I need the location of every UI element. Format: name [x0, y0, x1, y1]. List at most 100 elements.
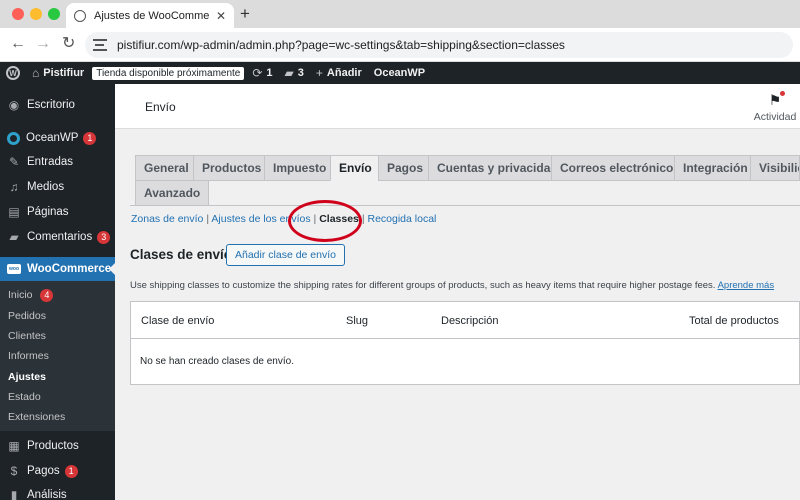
sidebar-item-label: Pagos — [27, 465, 60, 477]
section-description: Use shipping classes to customize the sh… — [130, 280, 774, 291]
sidebar-item-label: Escritorio — [27, 99, 75, 111]
sidebar-item-label: Productos — [27, 440, 79, 452]
updates-count[interactable]: 1 — [266, 67, 272, 79]
page-header: Envío ⚑ Actividad — [115, 84, 800, 129]
notification-badge: 1 — [64, 464, 78, 478]
activity-button[interactable]: ⚑ Actividad — [750, 91, 800, 123]
column-header-descripcion: Descripción — [441, 315, 499, 327]
sidebar-item-label: Medios — [27, 181, 65, 193]
comments-count[interactable]: 3 — [298, 67, 304, 79]
learn-more-link[interactable]: Aprende más — [718, 280, 775, 291]
sidebar-item-woocommerce[interactable]: woo WooCommerce — [0, 257, 115, 281]
home-icon: ⌂ — [32, 66, 40, 80]
subnav-zonas-de-envio[interactable]: Zonas de envío — [131, 213, 203, 225]
notification-badge: 4 — [40, 289, 54, 302]
tab-envio[interactable]: Envío — [330, 155, 381, 181]
tab-productos[interactable]: Productos — [193, 155, 271, 181]
forward-arrow-icon[interactable]: → — [35, 35, 51, 53]
submenu-item-ajustes[interactable]: Ajustes — [8, 371, 46, 383]
close-icon[interactable]: ✕ — [216, 9, 226, 23]
back-arrow-icon[interactable]: ← — [10, 35, 26, 53]
browser-tab[interactable]: Ajustes de WooCommerce ‹ P ✕ — [66, 3, 234, 28]
table-header-divider — [131, 338, 799, 339]
browser-toolbar: ← → ↻ pistifiur.com/wp-admin/admin.php?p… — [0, 28, 800, 62]
submenu-item-pedidos[interactable]: Pedidos — [8, 310, 46, 322]
tab-integracion[interactable]: Integración — [674, 155, 757, 181]
products-icon: ▦ — [8, 439, 20, 453]
tab-correos-electronicos[interactable]: Correos electrónicos — [551, 155, 690, 181]
sidebar-item-entradas[interactable]: ✎ Entradas — [0, 150, 115, 174]
add-new-link[interactable]: Añadir — [327, 67, 362, 79]
tabs-divider — [130, 205, 800, 206]
sidebar-item-label: Entradas — [27, 156, 74, 168]
activity-label: Actividad — [753, 111, 797, 123]
reload-icon[interactable]: ↻ — [62, 35, 75, 53]
empty-table-message: No se han creado clases de envío. — [140, 356, 294, 367]
highlight-circle-annotation — [288, 200, 362, 242]
sidebar-item-productos[interactable]: ▦ Productos — [0, 434, 115, 458]
sidebar-item-label: OceanWP — [26, 132, 79, 144]
site-settings-icon[interactable] — [93, 39, 107, 51]
submenu-item-clientes[interactable]: Clientes — [8, 330, 46, 342]
address-bar[interactable]: pistifiur.com/wp-admin/admin.php?page=wc… — [85, 32, 793, 58]
sidebar-item-escritorio[interactable]: ◉ Escritorio — [0, 93, 115, 117]
sidebar-item-comentarios[interactable]: ▰ Comentarios 3 — [0, 225, 115, 249]
submenu-item-extensiones[interactable]: Extensiones — [8, 411, 65, 423]
close-window-button[interactable] — [12, 8, 24, 20]
pages-icon: ▤ — [8, 205, 20, 219]
browser-tab-title: Ajustes de WooCommerce ‹ P — [94, 9, 210, 22]
wp-admin-bar: W ⌂ Pistifiur Tienda disponible próximam… — [0, 62, 800, 84]
description-text: Use shipping classes to customize the sh… — [130, 280, 716, 291]
shipping-classes-table: Clase de envío Slug Descripción Total de… — [130, 301, 800, 385]
section-title: Clases de envío — [130, 247, 233, 262]
sidebar-item-paginas[interactable]: ▤ Páginas — [0, 200, 115, 224]
tab-avanzado[interactable]: Avanzado — [135, 180, 210, 206]
tab-general[interactable]: General — [135, 155, 198, 181]
sidebar-item-pagos[interactable]: $ Pagos 1 — [0, 459, 115, 483]
media-icon: ♫ — [9, 180, 19, 194]
sidebar-item-label: Comentarios — [27, 231, 93, 243]
flag-icon: ⚑ — [768, 91, 785, 108]
wordpress-logo-icon[interactable]: W — [6, 66, 20, 80]
subnav-recogida-local[interactable]: Recogida local — [367, 213, 436, 225]
submenu-item-estado[interactable]: Estado — [8, 391, 41, 403]
sidebar-item-label: Análisis — [27, 489, 67, 500]
updates-icon[interactable]: ⟳ — [252, 66, 262, 80]
minimize-window-button[interactable] — [30, 8, 42, 20]
notification-badge: 3 — [97, 230, 111, 244]
browser-tab-strip: Ajustes de WooCommerce ‹ P ✕ + — [0, 0, 800, 28]
comments-icon: ▰ — [9, 230, 19, 244]
analytics-icon: ▮ — [10, 488, 18, 500]
column-header-slug: Slug — [346, 315, 369, 327]
sidebar-item-analisis[interactable]: ▮ Análisis — [0, 483, 115, 500]
tab-impuesto[interactable]: Impuesto — [264, 155, 336, 181]
comments-icon[interactable]: ▰ — [285, 66, 294, 80]
sidebar-item-label: WooCommerce — [27, 263, 112, 275]
tab-cuentas-y-privacidad[interactable]: Cuentas y privacidad — [428, 155, 567, 181]
sidebar-item-oceanwp[interactable]: OceanWP 1 — [0, 126, 115, 150]
site-name-link[interactable]: Pistifiur — [43, 67, 84, 79]
payments-icon: $ — [10, 464, 18, 478]
oceanwp-icon — [7, 131, 20, 145]
pin-icon: ✎ — [8, 155, 20, 169]
oceanwp-link[interactable]: OceanWP — [374, 67, 425, 79]
maximize-window-button[interactable] — [48, 8, 60, 20]
sidebar-item-label: Páginas — [27, 206, 69, 218]
column-header-total-productos: Total de productos — [689, 315, 779, 327]
tab-pagos[interactable]: Pagos — [378, 155, 433, 181]
sidebar-item-medios[interactable]: ♫ Medios — [0, 175, 115, 199]
main-content: Envío ⚑ Actividad General Productos Impu… — [115, 84, 800, 500]
admin-sidebar: ◉ Escritorio OceanWP 1 ✎ Entradas ♫ Medi… — [0, 84, 115, 500]
new-tab-button[interactable]: + — [240, 5, 250, 23]
dashboard-icon: ◉ — [8, 98, 20, 112]
submenu-item-informes[interactable]: Informes — [8, 350, 49, 362]
submenu-item-inicio[interactable]: Inicio 4 — [8, 289, 54, 302]
plus-icon[interactable]: + — [316, 66, 323, 80]
submenu-item-label: Inicio — [8, 289, 33, 301]
tab-visibilidad[interactable]: Visibilidad — [750, 155, 800, 181]
shipping-subnav: Zonas de envío | Ajustes de los envíos |… — [131, 213, 436, 225]
add-shipping-class-button[interactable]: Añadir clase de envío — [226, 244, 345, 266]
globe-icon — [74, 9, 86, 22]
woocommerce-submenu: Inicio 4 Pedidos Clientes Informes Ajust… — [0, 281, 115, 431]
store-status-badge[interactable]: Tienda disponible próximamente — [92, 66, 245, 80]
